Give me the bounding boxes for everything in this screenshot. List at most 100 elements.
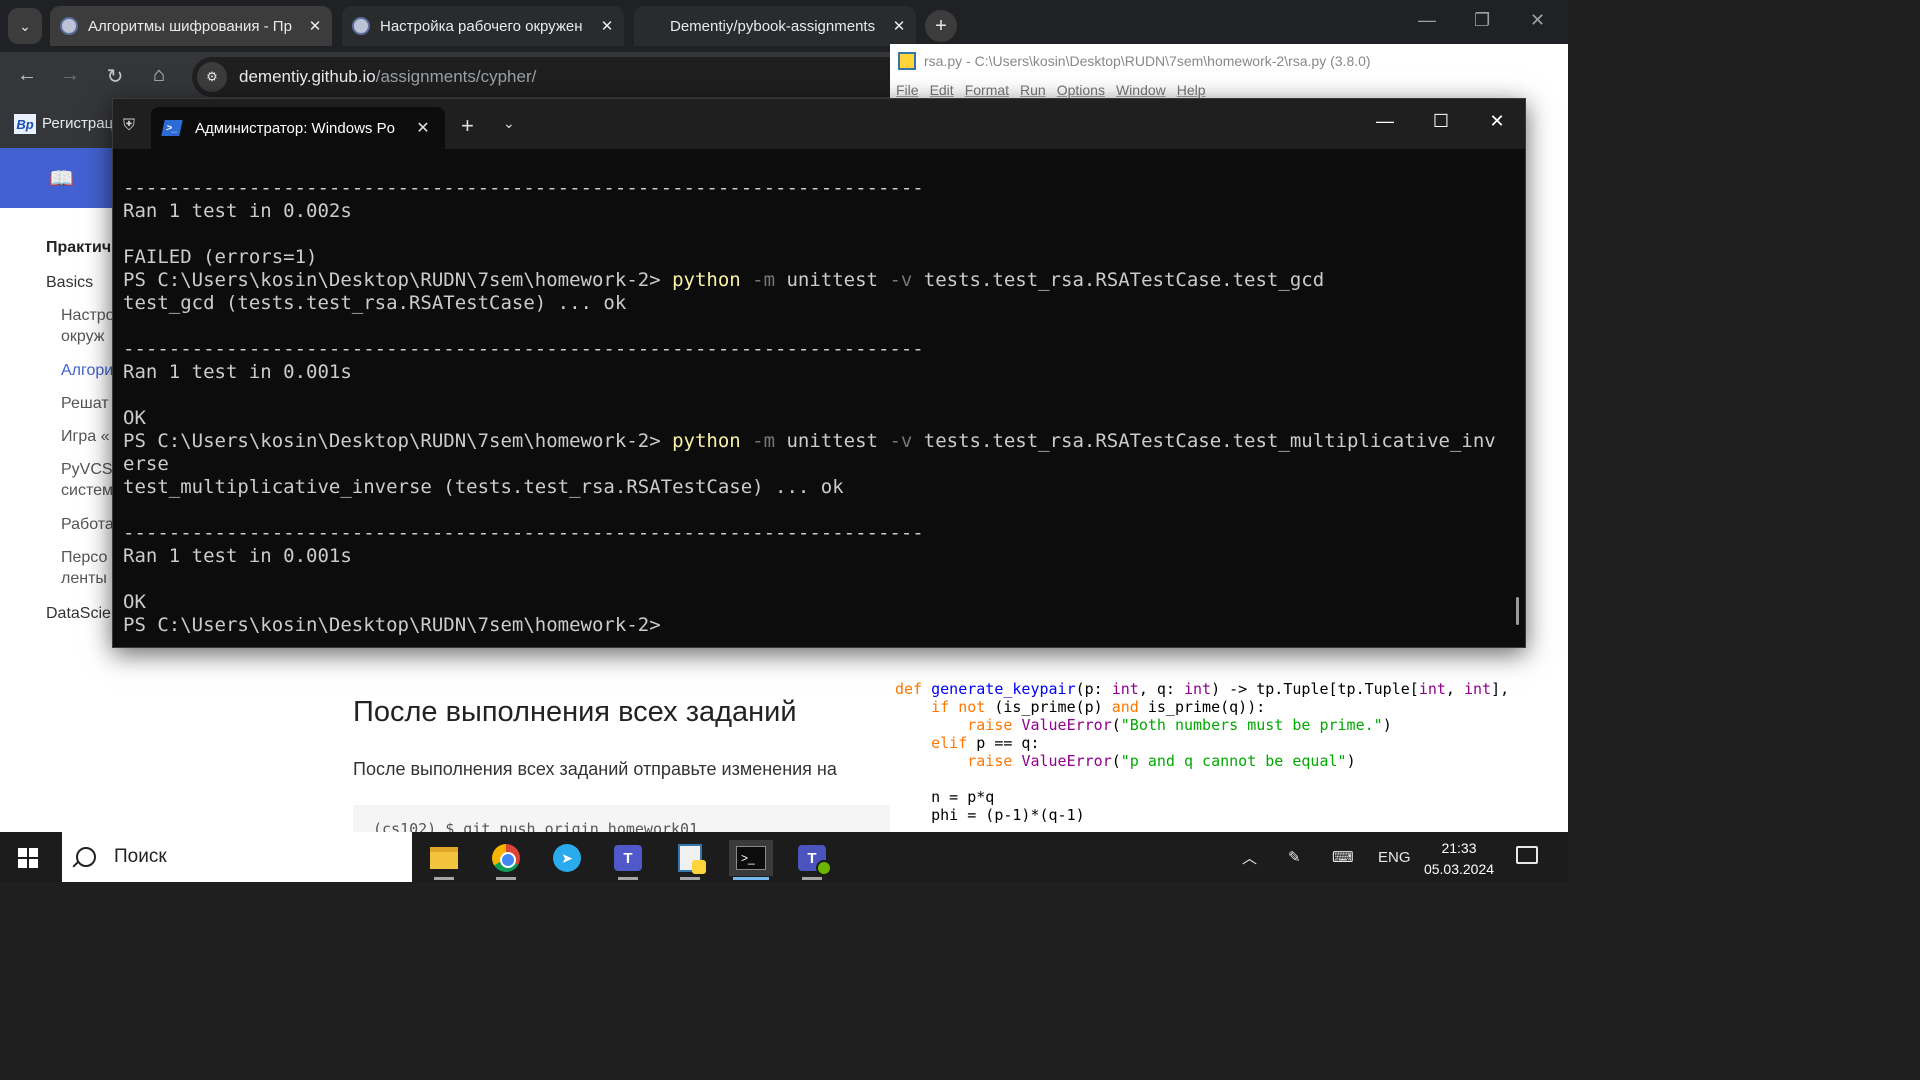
close-tab-icon[interactable]: ✕ [888,17,910,35]
clock-time: 21:33 [1441,840,1477,856]
teams-button[interactable]: T [606,840,650,880]
python-file-icon [898,51,916,70]
pen-icon[interactable]: ✎ [1288,832,1301,882]
python-idle-button[interactable] [668,840,712,880]
back-arrow-icon[interactable]: ← [15,64,39,87]
reload-icon[interactable]: ↻ [103,64,127,89]
sidebar-item-game[interactable]: Игра « [61,426,109,447]
clock-date: 05.03.2024 [1423,861,1495,877]
terminal-command-line: PS C:\Users\kosin\Desktop\RUDN\7sem\home… [123,269,1513,292]
browser-tab-setup[interactable]: Настройка рабочего окружен ✕ [342,6,624,46]
terminal-scrollbar[interactable] [1516,597,1519,625]
terminal-flag: -m [740,269,776,291]
section-heading: После выполнения всех заданий [353,696,797,728]
sidebar-item-feed-cont[interactable]: ленты [61,568,107,589]
sidebar-item-datascience[interactable]: DataScie [46,603,111,624]
terminal-command: python [672,430,741,452]
sidebar-item-feed[interactable]: Персо [61,547,107,568]
terminal-output-line: erse [123,453,169,475]
menu-options[interactable]: Options [1057,82,1105,98]
terminal-button[interactable]: >_ [729,840,773,880]
terminal-output-line: Ran 1 test in 0.001s [123,361,352,383]
new-tab-button[interactable]: + [925,10,957,42]
terminal-flag: -v [878,269,913,291]
idle-window-title: rsa.py - C:\Users\kosin\Desktop\RUDN\7se… [924,52,1371,69]
maximize-icon[interactable]: ☐ [1429,111,1453,132]
restore-icon[interactable]: ❐ [1474,10,1490,31]
tray-chevron-up-icon[interactable]: ︿ [1242,832,1257,882]
site-settings-icon[interactable]: ⚙ [197,62,227,92]
terminal-tab[interactable]: >_ Администратор: Windows Po ✕ [151,107,445,149]
minimize-icon[interactable]: — [1418,10,1436,31]
notification-icon[interactable] [1516,846,1538,864]
terminal-output-line: ----------------------------------------… [123,177,924,199]
terminal-output-line: OK [123,407,146,429]
plus-icon: + [935,14,947,37]
windows-start-icon[interactable] [18,848,38,868]
search-icon [76,847,96,867]
keyboard-icon[interactable]: ⌨ [1332,832,1354,882]
chrome-icon [492,844,520,872]
tab-search-button[interactable]: ⌄ [8,8,42,44]
new-tab-plus-icon[interactable]: + [461,113,474,139]
sidebar-item-setup[interactable]: Настро [61,305,115,326]
sidebar-section-title[interactable]: Практич [46,239,111,257]
sidebar-item-pyvcs-cont[interactable]: систем [61,480,113,501]
menu-help[interactable]: Help [1177,82,1206,98]
sidebar-item-pyvcs[interactable]: PyVCS [61,459,113,480]
home-icon[interactable]: ⌂ [147,64,171,87]
sidebar-item-basics[interactable]: Basics [46,272,93,293]
url-path: /assignments/cypher/ [375,67,537,86]
terminal-flag: -v [878,430,913,452]
browser-tab-github[interactable]: Dementiy/pybook-assignments ✕ [634,6,916,46]
menu-window[interactable]: Window [1116,82,1166,98]
sidebar-item-work[interactable]: Работа [61,514,114,535]
language-indicator[interactable]: ENG [1378,832,1411,882]
menu-format[interactable]: Format [965,82,1009,98]
chevron-down-icon: ⌄ [19,17,31,34]
terminal-prompt: PS C:\Users\kosin\Desktop\RUDN\7sem\home… [123,269,673,291]
sidebar-item-sudoku[interactable]: Решат [61,393,109,414]
terminal-command-line: PS C:\Users\kosin\Desktop\RUDN\7sem\home… [123,430,1513,453]
telegram-icon: ➤ [553,844,581,872]
menu-file[interactable]: File [896,82,919,98]
bookmark-registration[interactable]: Регистрац [42,115,113,132]
close-window-icon[interactable]: ✕ [1485,111,1509,132]
bookmark-favicon-icon: Bp [14,114,36,134]
book-icon[interactable]: 📖 [49,166,74,190]
shield-icon: ⛨ [123,117,136,134]
menu-edit[interactable]: Edit [930,82,954,98]
teams-classic-button[interactable]: T [790,840,834,880]
address-bar[interactable]: ⚙ dementiy.github.io/assignments/cypher/ [192,57,912,97]
idle-code-editor[interactable]: def generate_keypair(p: int, q: int) -> … [895,680,1509,824]
close-tab-icon[interactable]: ✕ [304,17,326,35]
terminal-output-line: FAILED (errors=1) [123,246,318,268]
close-tab-icon[interactable]: ✕ [596,17,618,35]
chrome-button[interactable] [484,840,528,880]
terminal-icon: >_ [736,846,766,870]
search-placeholder: Поиск [114,846,167,867]
terminal-titlebar: ⛨ >_ Администратор: Windows Po ✕ + ⌄ — ☐… [113,99,1525,149]
telegram-button[interactable]: ➤ [545,840,589,876]
terminal-output[interactable]: ----------------------------------------… [123,177,1513,637]
minimize-icon[interactable]: — [1373,111,1397,132]
taskbar-clock[interactable]: 21:33 05.03.2024 [1420,838,1498,880]
chevron-down-icon[interactable]: ⌄ [503,115,515,132]
site-favicon-icon [352,17,370,35]
close-tab-icon[interactable]: ✕ [409,118,437,138]
terminal-argument: unittest [775,269,878,291]
terminal-output-line: OK [123,591,146,613]
url-text[interactable]: dementiy.github.io/assignments/cypher/ [239,67,536,87]
menu-run[interactable]: Run [1020,82,1046,98]
site-favicon-icon [60,17,78,35]
browser-tab-cypher[interactable]: Алгоритмы шифрования - Пр ✕ [50,6,332,46]
close-window-icon[interactable]: ✕ [1530,10,1545,31]
sidebar-item-setup-cont[interactable]: окруж [61,326,105,347]
sidebar-item-cypher[interactable]: Алгори [61,360,113,381]
forward-arrow-icon[interactable]: → [58,64,82,87]
taskbar-search[interactable]: Поиск [62,832,412,882]
file-explorer-button[interactable] [422,840,466,880]
